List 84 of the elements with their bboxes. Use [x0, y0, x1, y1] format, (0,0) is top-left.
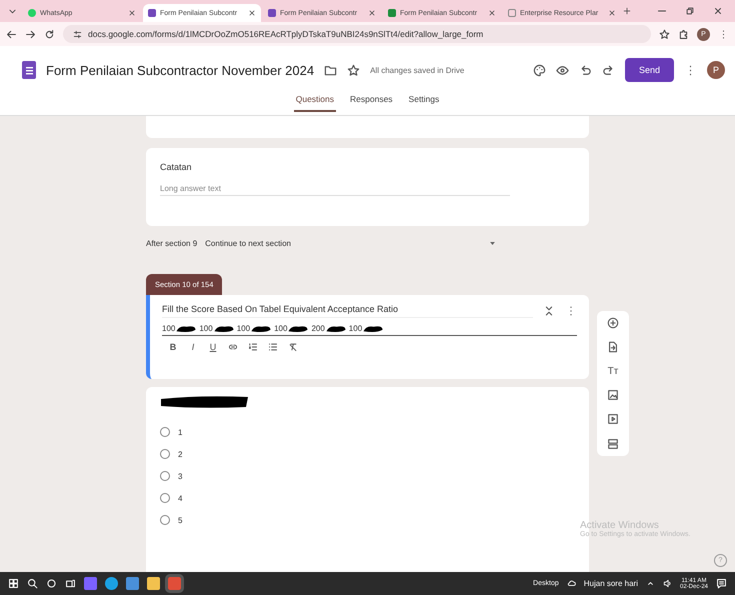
weather-text[interactable]: Hujan sore hari — [584, 579, 638, 588]
account-avatar[interactable]: P — [707, 61, 725, 79]
reload-icon[interactable] — [44, 28, 55, 40]
bulleted-list-icon[interactable] — [268, 342, 278, 352]
redaction-mark — [362, 324, 384, 332]
redaction-mark — [287, 324, 310, 332]
section-title-field[interactable]: Fill the Score Based On Tabel Equivalent Acceptance Ratio — [162, 304, 533, 318]
chat-icon — [28, 9, 36, 17]
form-icon — [22, 61, 36, 79]
form-tab[interactable]: Responses — [348, 92, 395, 112]
redaction-mark — [175, 324, 198, 332]
star-icon[interactable] — [347, 64, 360, 76]
notification-icon[interactable] — [716, 578, 727, 589]
question-title: Catatan — [160, 162, 193, 172]
address-field[interactable]: docs.google.com/forms/d/1lMCDrOoZmO516REAcRTplyDTskaT9uNBI24s9nSlTt4/edit?allow_large_form — [63, 25, 651, 43]
palette-icon[interactable] — [532, 64, 546, 76]
description-text: 100 — [274, 324, 288, 333]
cloud-icon — [566, 579, 576, 588]
format-button[interactable]: U — [208, 342, 218, 352]
restore-icon[interactable] — [685, 6, 695, 16]
description-text: 200 — [311, 324, 325, 333]
option-label: 3 — [178, 472, 182, 480]
section-dropdown[interactable]: Continue to next section — [203, 236, 498, 250]
page-icon — [508, 9, 516, 17]
close-icon[interactable] — [368, 9, 376, 17]
import-icon[interactable] — [607, 341, 619, 354]
forward-icon[interactable] — [25, 28, 36, 40]
search-icon[interactable] — [27, 578, 38, 589]
format-button[interactable]: I — [188, 342, 198, 352]
radio-button[interactable] — [160, 427, 170, 437]
browser-icon[interactable] — [105, 577, 118, 590]
radio-button[interactable] — [160, 449, 170, 459]
send-button[interactable]: Send — [624, 58, 674, 82]
back-icon[interactable] — [6, 28, 17, 40]
numbered-list-icon[interactable] — [248, 342, 258, 352]
redo-icon[interactable] — [602, 64, 615, 76]
description-text: 100 — [162, 324, 176, 333]
redaction-mark — [250, 324, 272, 332]
section-icon[interactable] — [607, 438, 619, 450]
clear-format-icon[interactable] — [288, 342, 298, 352]
sheet-icon — [388, 9, 396, 17]
tray-icon[interactable] — [646, 579, 655, 588]
close-icon[interactable] — [608, 9, 616, 17]
after-section-label: After section 9 — [146, 238, 198, 248]
dropdown-arrow-icon[interactable] — [490, 242, 496, 244]
title-button[interactable]: Tт — [608, 366, 618, 377]
redaction-mark — [324, 324, 347, 332]
folder-icon[interactable] — [324, 64, 338, 76]
close-icon[interactable] — [128, 9, 136, 17]
form-icon — [268, 9, 276, 17]
option-label: 2 — [178, 450, 182, 458]
format-button[interactable]: B — [168, 342, 178, 352]
collapse-icon[interactable] — [543, 305, 555, 317]
video-icon[interactable] — [607, 413, 619, 426]
start-icon[interactable] — [8, 578, 19, 589]
link-icon[interactable] — [228, 342, 238, 352]
save-status: All changes saved in Drive — [370, 66, 464, 74]
form-tab[interactable]: Settings — [406, 92, 442, 112]
site-settings-icon[interactable] — [73, 30, 82, 38]
option-label: 4 — [178, 494, 182, 502]
redaction-mark — [212, 324, 235, 332]
close-icon[interactable] — [713, 6, 723, 16]
star-icon[interactable] — [659, 28, 670, 40]
option-label: 1 — [178, 428, 182, 436]
description-text: 100 — [348, 324, 362, 333]
extensions-icon[interactable] — [678, 28, 689, 40]
radio-button[interactable] — [160, 515, 170, 525]
close-icon[interactable] — [248, 9, 256, 17]
option-label: 5 — [178, 516, 182, 524]
add-icon[interactable] — [607, 317, 619, 330]
undo-icon[interactable] — [578, 64, 592, 76]
radio-button[interactable] — [160, 493, 170, 503]
radio-button[interactable] — [160, 471, 170, 481]
close-icon[interactable] — [488, 9, 496, 17]
form-icon — [148, 9, 156, 17]
eye-icon[interactable] — [556, 64, 569, 76]
image-icon[interactable] — [607, 389, 619, 402]
form-title: Form Penilaian Subcontractor November 2024 — [46, 62, 314, 78]
volume-icon[interactable] — [662, 579, 672, 588]
description-text: 100 — [199, 324, 213, 333]
new-tab-icon[interactable] — [623, 7, 631, 15]
task-view-icon[interactable] — [65, 578, 76, 589]
description-text: 100 — [236, 324, 250, 333]
form-tab[interactable]: Questions — [294, 92, 336, 112]
